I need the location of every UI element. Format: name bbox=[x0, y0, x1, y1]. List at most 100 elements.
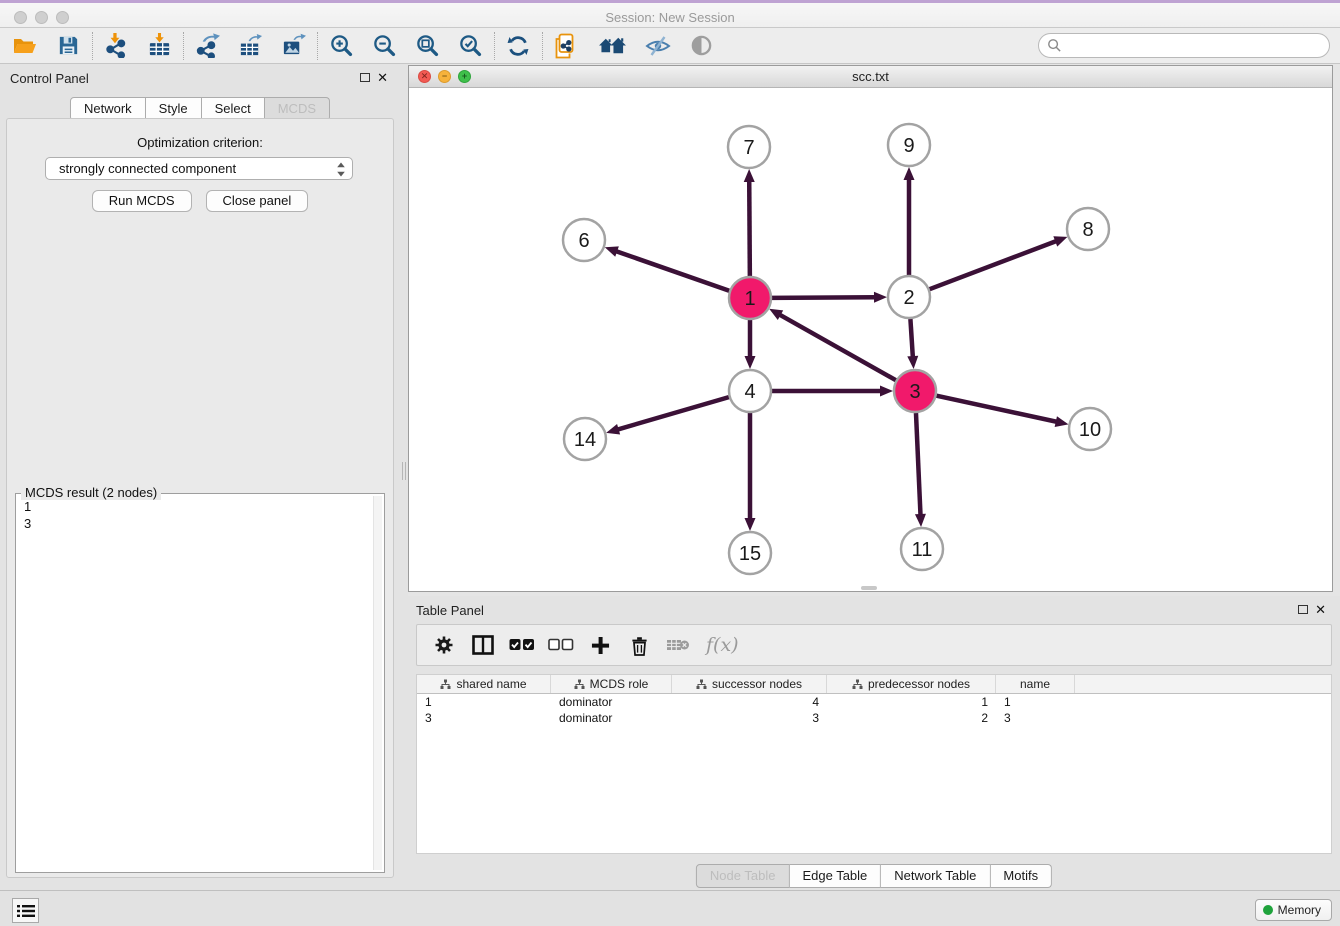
graph-edge[interactable] bbox=[615, 251, 729, 291]
column-header-successor-nodes[interactable]: successor nodes bbox=[672, 675, 827, 693]
graph-edge[interactable] bbox=[779, 314, 896, 380]
memory-button[interactable]: Memory bbox=[1255, 899, 1332, 921]
cell-predecessor-nodes[interactable]: 2 bbox=[827, 711, 996, 725]
close-panel-icon[interactable]: ✕ bbox=[377, 70, 388, 86]
network-window-titlebar[interactable]: ✕ − + scc.txt bbox=[409, 66, 1332, 88]
graph-edge[interactable] bbox=[916, 413, 921, 516]
zoom-selected-button[interactable] bbox=[457, 33, 483, 59]
search-field[interactable] bbox=[1038, 33, 1330, 58]
run-mcds-button[interactable]: Run MCDS bbox=[92, 190, 192, 212]
graph-node-label: 2 bbox=[903, 287, 914, 309]
control-panel-title: Control Panel bbox=[10, 71, 89, 86]
zoom-fit-button[interactable] bbox=[414, 33, 440, 59]
tab-motifs[interactable]: Motifs bbox=[990, 864, 1052, 888]
column-header-mcds-role[interactable]: MCDS role bbox=[551, 675, 672, 693]
graph-node-label: 6 bbox=[578, 230, 589, 252]
graph-node-label: 9 bbox=[903, 135, 914, 157]
graph-node-label: 15 bbox=[739, 543, 761, 565]
network-file-icon bbox=[553, 33, 579, 59]
network-canvas[interactable]: 7968124314101511 bbox=[409, 88, 1332, 591]
cell-predecessor-nodes[interactable]: 1 bbox=[827, 695, 996, 709]
import-table-icon bbox=[147, 33, 172, 58]
tab-network-table[interactable]: Network Table bbox=[881, 864, 990, 888]
column-header-label: predecessor nodes bbox=[868, 677, 970, 691]
canvas-resize-handle[interactable] bbox=[861, 586, 877, 590]
node-table: shared name MCDS role successor nodes pr… bbox=[416, 674, 1332, 854]
new-network-button[interactable] bbox=[553, 33, 579, 59]
cell-name[interactable]: 3 bbox=[996, 711, 1075, 725]
import-network-button[interactable] bbox=[103, 33, 129, 59]
control-panel: Control Panel ✕ Network Style Select MCD… bbox=[0, 64, 400, 890]
cell-successor-nodes[interactable]: 3 bbox=[672, 711, 827, 725]
close-table-panel-icon[interactable]: ✕ bbox=[1315, 602, 1326, 618]
save-session-button[interactable] bbox=[55, 33, 81, 59]
home-layout-button[interactable] bbox=[596, 33, 628, 59]
cell-shared-name[interactable]: 1 bbox=[417, 695, 551, 709]
export-network-button[interactable] bbox=[194, 33, 220, 59]
float-table-panel-icon[interactable] bbox=[1298, 605, 1308, 614]
toggle-contrast-button[interactable] bbox=[688, 33, 714, 59]
node-table-header-row: shared name MCDS role successor nodes pr… bbox=[417, 675, 1331, 694]
toolbar-separator bbox=[183, 32, 184, 60]
window-title: Session: New Session bbox=[0, 10, 1340, 25]
search-input[interactable] bbox=[1062, 36, 1329, 56]
close-panel-button[interactable]: Close panel bbox=[206, 190, 309, 212]
refresh-icon bbox=[506, 34, 530, 58]
graph-edge[interactable] bbox=[930, 241, 1058, 289]
network-graph: 7968124314101511 bbox=[409, 88, 1332, 591]
panel-splitter[interactable] bbox=[400, 64, 408, 890]
graph-edge[interactable] bbox=[910, 319, 912, 358]
network-window-title: scc.txt bbox=[409, 69, 1332, 84]
result-scrollbar[interactable] bbox=[373, 496, 382, 870]
open-file-button[interactable] bbox=[12, 33, 38, 59]
refresh-button[interactable] bbox=[505, 33, 531, 59]
memory-label: Memory bbox=[1278, 903, 1321, 917]
graph-edge[interactable] bbox=[936, 396, 1057, 422]
mcds-panel: Optimization criterion: strongly connect… bbox=[6, 118, 394, 878]
cell-successor-nodes[interactable]: 4 bbox=[672, 695, 827, 709]
zoom-in-button[interactable] bbox=[328, 33, 354, 59]
import-table-button[interactable] bbox=[146, 33, 172, 59]
add-column-button[interactable] bbox=[585, 631, 615, 659]
contrast-eye-icon bbox=[689, 33, 714, 58]
dropdown-stepper-icon bbox=[336, 161, 346, 181]
function-builder-button[interactable]: f(x) bbox=[706, 634, 739, 656]
graph-edge[interactable] bbox=[617, 397, 729, 430]
cell-name[interactable]: 1 bbox=[996, 695, 1075, 709]
select-all-button[interactable] bbox=[507, 631, 537, 659]
criterion-dropdown[interactable]: strongly connected component bbox=[45, 157, 353, 180]
checked-boxes-icon bbox=[509, 638, 535, 652]
graph-edge-arrowhead bbox=[744, 169, 755, 182]
export-table-icon bbox=[238, 33, 263, 58]
column-header-name[interactable]: name bbox=[996, 675, 1075, 693]
column-header-label: successor nodes bbox=[712, 677, 802, 691]
table-settings-button[interactable] bbox=[429, 631, 459, 659]
deselect-all-button[interactable] bbox=[546, 631, 576, 659]
toolbar-separator bbox=[494, 32, 495, 60]
float-panel-icon[interactable] bbox=[360, 73, 370, 82]
app-titlebar: Session: New Session bbox=[0, 0, 1340, 28]
delete-table-button[interactable] bbox=[663, 631, 693, 659]
column-header-predecessor-nodes[interactable]: predecessor nodes bbox=[827, 675, 996, 693]
graph-edge[interactable] bbox=[772, 297, 876, 298]
delete-column-button[interactable] bbox=[624, 631, 654, 659]
task-list-icon bbox=[17, 904, 35, 918]
task-history-button[interactable] bbox=[12, 898, 39, 923]
table-row[interactable]: 3 dominator 3 2 3 bbox=[417, 710, 1331, 726]
cell-mcds-role[interactable]: dominator bbox=[551, 695, 672, 709]
graph-edge[interactable] bbox=[749, 180, 750, 276]
tab-edge-table[interactable]: Edge Table bbox=[789, 864, 881, 888]
export-table-button[interactable] bbox=[237, 33, 263, 59]
column-header-shared-name[interactable]: shared name bbox=[417, 675, 551, 693]
table-row[interactable]: 1 dominator 4 1 1 bbox=[417, 694, 1331, 710]
mcds-result-box: MCDS result (2 nodes) 1 3 bbox=[15, 493, 385, 873]
hide-selected-button[interactable] bbox=[645, 33, 671, 59]
cell-mcds-role[interactable]: dominator bbox=[551, 711, 672, 725]
export-image-button[interactable] bbox=[280, 33, 306, 59]
tab-node-table[interactable]: Node Table bbox=[696, 864, 790, 888]
cell-shared-name[interactable]: 3 bbox=[417, 711, 551, 725]
graph-node-label: 1 bbox=[744, 288, 755, 310]
zoom-out-button[interactable] bbox=[371, 33, 397, 59]
control-panel-header: Control Panel ✕ bbox=[0, 64, 400, 92]
show-columns-button[interactable] bbox=[468, 631, 498, 659]
